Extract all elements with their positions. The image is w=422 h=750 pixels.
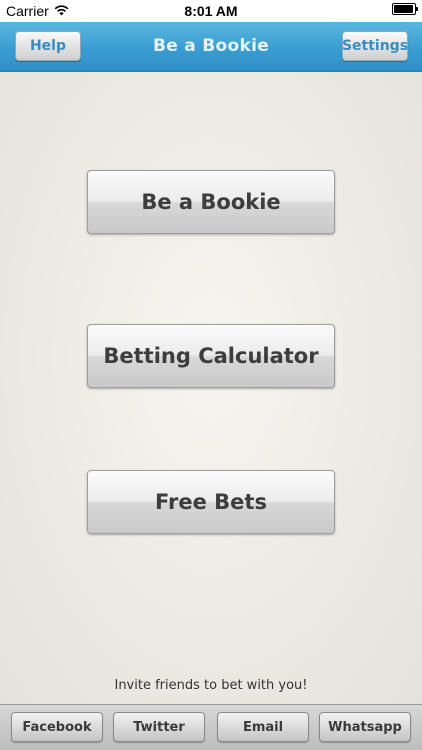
invite-friends-text: Invite friends to bet with you! <box>114 678 308 693</box>
battery-icon <box>392 3 418 15</box>
twitter-button[interactable]: Twitter <box>113 712 205 742</box>
betting-calculator-button[interactable]: Betting Calculator <box>87 324 335 388</box>
status-bar: Carrier 8:01 AM <box>0 0 422 22</box>
free-bets-button[interactable]: Free Bets <box>87 470 335 534</box>
whatsapp-button[interactable]: Whatsapp <box>319 712 411 742</box>
settings-button[interactable]: Settings <box>342 31 408 61</box>
navigation-bar: Help Be a Bookie Settings <box>0 22 422 72</box>
email-button[interactable]: Email <box>217 712 309 742</box>
be-a-bookie-button[interactable]: Be a Bookie <box>87 170 335 234</box>
main-menu: Be a Bookie Betting Calculator Free Bets… <box>0 72 422 704</box>
facebook-button[interactable]: Facebook <box>11 712 103 742</box>
status-time: 8:01 AM <box>184 3 238 19</box>
share-bar: Facebook Twitter Email Whatsapp <box>0 704 422 750</box>
